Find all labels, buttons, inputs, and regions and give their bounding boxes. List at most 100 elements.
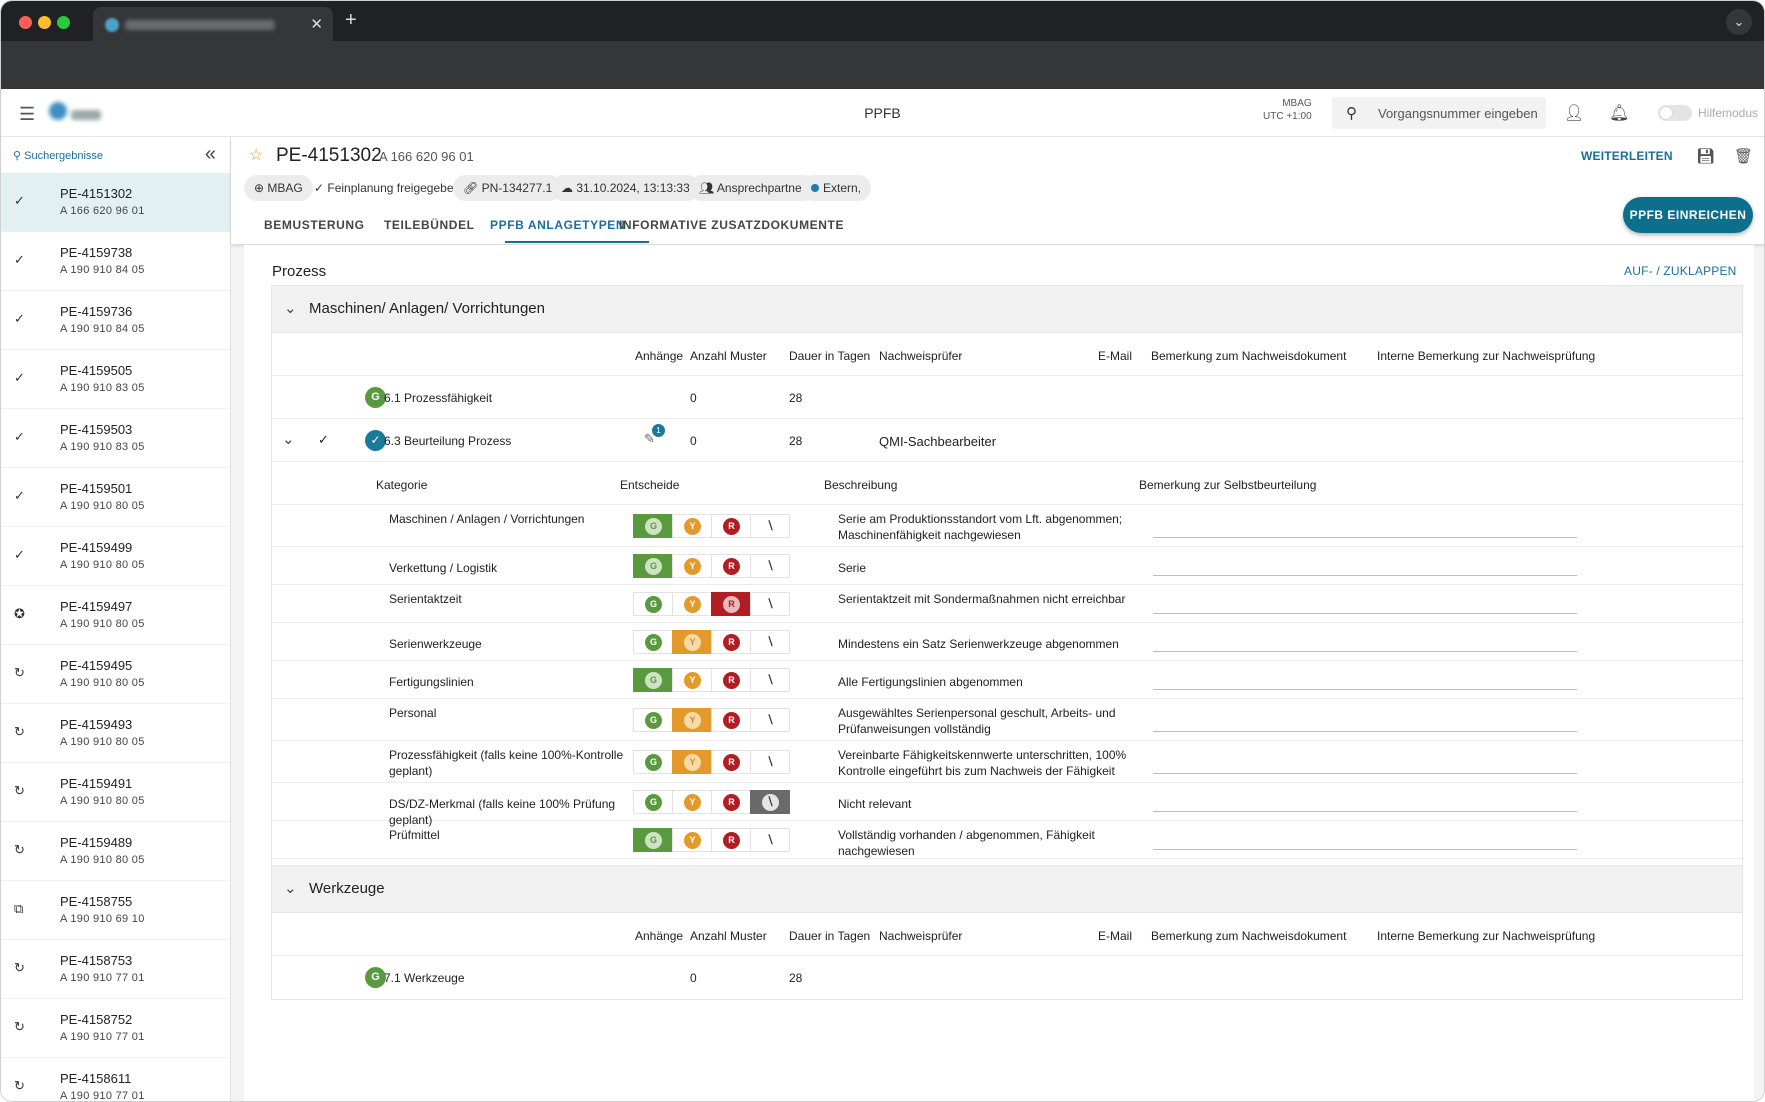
sidebar-item[interactable]: ↻ PE-4159493 A 190 910 80 05 — [1, 704, 230, 763]
self-assessment-input[interactable] — [1153, 811, 1577, 812]
decision-red-button[interactable]: R — [711, 630, 751, 654]
decision-red-button[interactable]: R — [711, 708, 751, 732]
tab-ppfb-anlagetypen[interactable]: PPFB ANLAGETYPEN — [490, 218, 625, 232]
decision-green-button[interactable]: G — [633, 790, 673, 814]
save-icon[interactable]: 💾︎ — [1696, 147, 1715, 165]
decision-green-button[interactable]: G — [633, 514, 673, 538]
chevron-down-icon[interactable]: ⌄ — [284, 299, 297, 317]
decision-red-button[interactable]: R — [711, 514, 751, 538]
close-tab-icon[interactable]: ✕ — [310, 15, 323, 33]
sidebar-item[interactable]: ⧉ PE-4158755 A 190 910 69 10 — [1, 881, 230, 940]
decision-selector[interactable]: G Y R ⧵ — [633, 630, 791, 654]
sidebar-item[interactable]: ✓ PE-4151302 A 166 620 96 01 — [1, 173, 230, 232]
decision-not-relevant-button[interactable]: ⧵ — [750, 630, 790, 654]
search-results-link[interactable]: ⚲ Suchergebnisse — [13, 149, 103, 162]
help-mode-toggle[interactable] — [1658, 105, 1692, 121]
decision-yellow-button[interactable]: Y — [672, 668, 712, 692]
chip-pn[interactable]: 🔗︎ PN-134277.1 — [453, 175, 563, 201]
self-assessment-input[interactable] — [1153, 613, 1577, 614]
table-row-expanded[interactable]: ⌄ ✓ ✓ 6.3 Beurteilung Prozess ✎ 1 0 28 Q… — [272, 419, 1742, 462]
minimize-window-icon[interactable] — [38, 16, 51, 29]
browser-tab[interactable]: ✕ — [93, 7, 333, 41]
new-tab-icon[interactable]: + — [345, 9, 357, 32]
sidebar-item[interactable]: ↻ PE-4159489 A 190 910 80 05 — [1, 822, 230, 881]
sidebar-item[interactable]: ↻ PE-4159495 A 190 910 80 05 — [1, 645, 230, 704]
chevron-down-icon[interactable]: ⌄ — [282, 430, 295, 448]
decision-red-button[interactable]: R — [711, 828, 751, 852]
self-assessment-input[interactable] — [1153, 537, 1577, 538]
decision-not-relevant-button[interactable]: ⧵ — [750, 554, 790, 578]
section-header[interactable]: ⌄ Werkzeuge — [272, 866, 1742, 913]
self-assessment-input[interactable] — [1153, 731, 1577, 732]
decision-red-button[interactable]: R — [711, 790, 751, 814]
decision-selector[interactable]: G Y R ⧵ — [633, 554, 791, 578]
self-assessment-input[interactable] — [1153, 849, 1577, 850]
decision-not-relevant-button[interactable]: ⧵ — [750, 790, 790, 814]
decision-selector[interactable]: G Y R ⧵ — [633, 592, 791, 616]
decision-not-relevant-button[interactable]: ⧵ — [750, 592, 790, 616]
collapse-sidebar-icon[interactable]: « — [205, 143, 216, 166]
decision-selector[interactable]: G Y R ⧵ — [633, 828, 791, 852]
decision-yellow-button[interactable]: Y — [672, 790, 712, 814]
sidebar-item[interactable]: ↻ PE-4158753 A 190 910 77 01 — [1, 940, 230, 999]
decision-red-button[interactable]: R — [711, 554, 751, 578]
decision-selector[interactable]: G Y R ⧵ — [633, 790, 791, 814]
tab-teilebuendel[interactable]: TEILEBÜNDEL — [384, 218, 475, 232]
sidebar-item[interactable]: ✪ PE-4159497 A 190 910 80 05 — [1, 586, 230, 645]
self-assessment-input[interactable] — [1153, 575, 1577, 576]
chevron-down-icon[interactable]: ⌄ — [284, 879, 297, 897]
chip-extern[interactable]: Extern, — [801, 175, 872, 201]
decision-red-button[interactable]: R — [711, 592, 751, 616]
decision-green-button[interactable]: G — [633, 554, 673, 578]
decision-green-button[interactable]: G — [633, 668, 673, 692]
decision-yellow-button[interactable]: Y — [672, 708, 712, 732]
decision-not-relevant-button[interactable]: ⧵ — [750, 750, 790, 774]
decision-not-relevant-button[interactable]: ⧵ — [750, 828, 790, 852]
decision-selector[interactable]: G Y R ⧵ — [633, 514, 791, 538]
decision-yellow-button[interactable]: Y — [672, 514, 712, 538]
sidebar-item[interactable]: ↻ PE-4158752 A 190 910 77 01 — [1, 999, 230, 1058]
sidebar-item[interactable]: ↻ PE-4159491 A 190 910 80 05 — [1, 763, 230, 822]
decision-red-button[interactable]: R — [711, 750, 751, 774]
tab-search-icon[interactable]: ⌄ — [1726, 9, 1752, 35]
sidebar-item[interactable]: ↻ PE-4158611 A 190 910 77 01 — [1, 1058, 230, 1101]
decision-not-relevant-button[interactable]: ⧵ — [750, 708, 790, 732]
self-assessment-input[interactable] — [1153, 651, 1577, 652]
sidebar-item[interactable]: ✓ PE-4159499 A 190 910 80 05 — [1, 527, 230, 586]
sidebar-item[interactable]: ✓ PE-4159505 A 190 910 83 05 — [1, 350, 230, 409]
sidebar-item[interactable]: ✓ PE-4159738 A 190 910 84 05 — [1, 232, 230, 291]
decision-green-button[interactable]: G — [633, 750, 673, 774]
search-field[interactable]: ⚲ Vorgangsnummer eingeben — [1332, 97, 1546, 129]
decision-selector[interactable]: G Y R ⧵ — [633, 668, 791, 692]
section-header[interactable]: ⌄ Maschinen/ Anlagen/ Vorrichtungen — [272, 286, 1742, 333]
tab-bemusterung[interactable]: BEMUSTERUNG — [264, 218, 365, 232]
table-row[interactable]: G 6.1 Prozessfähigkeit 0 28 — [272, 376, 1742, 419]
decision-yellow-button[interactable]: Y — [672, 630, 712, 654]
chip-date[interactable]: ☁ 31.10.2024, 13:13:33 — [551, 175, 700, 201]
ppfb-submit-button[interactable]: PPFB EINREICHEN — [1623, 197, 1753, 233]
self-assessment-input[interactable] — [1153, 773, 1577, 774]
decision-green-button[interactable]: G — [633, 592, 673, 616]
sidebar-item[interactable]: ✓ PE-4159736 A 190 910 84 05 — [1, 291, 230, 350]
decision-not-relevant-button[interactable]: ⧵ — [750, 514, 790, 538]
tab-zusatzdokumente[interactable]: INFORMATIVE ZUSATZDOKUMENTE — [619, 218, 844, 232]
decision-green-button[interactable]: G — [633, 630, 673, 654]
chip-org[interactable]: ⊕ MBAG — [244, 175, 313, 201]
close-window-icon[interactable] — [19, 16, 32, 29]
user-icon[interactable]: 👤︎ — [1564, 103, 1584, 123]
decision-not-relevant-button[interactable]: ⧵ — [750, 668, 790, 692]
bell-icon[interactable]: 🔔︎ — [1609, 103, 1629, 123]
decision-red-button[interactable]: R — [711, 668, 751, 692]
maximize-window-icon[interactable] — [57, 16, 70, 29]
delete-icon[interactable]: 🗑︎ — [1734, 147, 1753, 165]
self-assessment-input[interactable] — [1153, 689, 1577, 690]
toggle-all-link[interactable]: AUF- / ZUKLAPPEN — [1624, 264, 1737, 278]
sidebar-item[interactable]: ✓ PE-4159503 A 190 910 83 05 — [1, 409, 230, 468]
chip-contact[interactable]: 👥︎ Ansprechpartner — [689, 175, 816, 201]
sidebar-item[interactable]: ✓ PE-4159501 A 190 910 80 05 — [1, 468, 230, 527]
decision-selector[interactable]: G Y R ⧵ — [633, 708, 791, 732]
decision-selector[interactable]: G Y R ⧵ — [633, 750, 791, 774]
decision-yellow-button[interactable]: Y — [672, 828, 712, 852]
forward-button[interactable]: WEITERLEITEN — [1581, 149, 1673, 163]
decision-yellow-button[interactable]: Y — [672, 750, 712, 774]
